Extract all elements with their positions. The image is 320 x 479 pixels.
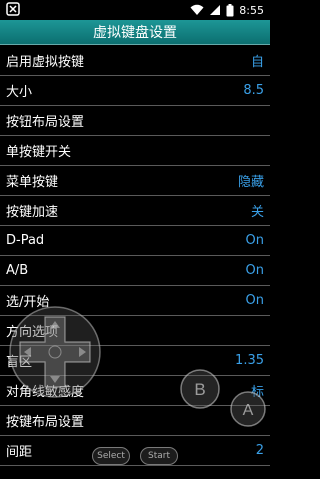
notification-icon [6,2,20,16]
setting-label: 启用虚拟按键 [6,54,85,70]
setting-value: 关 [250,205,264,220]
setting-key-acceleration[interactable]: 按键加速 关 [0,196,270,226]
setting-label: 按键布局设置 [6,415,85,430]
setting-label: 按键加速 [6,205,59,220]
setting-label: 盲区 [6,355,33,370]
setting-label: A/B [6,263,29,278]
setting-enable-virtual-keys[interactable]: 启用虚拟按键 自 [0,45,270,76]
setting-value: 1.35 [235,353,264,368]
page-title: 虚拟键盘设置 [93,25,177,41]
setting-label: 菜单按键 [6,175,59,190]
setting-label: 选/开始 [6,295,50,310]
setting-ab[interactable]: A/B On [0,256,270,286]
setting-spacing[interactable]: 间距 2 [0,436,270,466]
setting-dead-zone[interactable]: 盲区 1.35 [0,346,270,376]
setting-label: D-Pad [6,233,45,248]
battery-icon [226,3,234,16]
setting-value: 自 [250,54,264,70]
setting-single-key-toggle[interactable]: 单按键开关 [0,136,270,166]
setting-label: 按钮布局设置 [6,115,85,130]
setting-direction-options[interactable]: 方向选项 [0,316,270,346]
setting-size[interactable]: 大小 8.5 [0,76,270,106]
signal-icon [210,5,221,15]
setting-select-start[interactable]: 选/开始 On [0,286,270,316]
status-bar: 8:55 [0,0,270,20]
setting-dpad[interactable]: D-Pad On [0,226,270,256]
setting-value: 2 [255,443,264,458]
setting-diagonal-sensitivity[interactable]: 对角线敏感度 标 [0,376,270,406]
setting-menu-key[interactable]: 菜单按键 隐藏 [0,166,270,196]
setting-value: On [245,233,264,248]
setting-value: 隐藏 [237,175,264,190]
setting-label: 单按键开关 [6,145,72,160]
setting-label: 间距 [6,445,33,460]
setting-label: 对角线敏感度 [6,385,85,400]
setting-value: 8.5 [243,83,264,98]
setting-label: 方向选项 [6,325,59,340]
setting-key-layout[interactable]: 按键布局设置 [0,406,270,436]
status-time: 8:55 [239,3,264,17]
setting-label: 大小 [6,85,33,100]
setting-value: On [245,293,264,308]
setting-value: 标 [250,385,264,400]
setting-button-layout[interactable]: 按钮布局设置 [0,106,270,136]
wifi-icon [190,4,204,15]
setting-value: On [245,263,264,278]
title-bar: 虚拟键盘设置 [0,20,270,45]
settings-list: 启用虚拟按键 自 大小 8.5 按钮布局设置 单按键开关 菜单按键 隐藏 按键加… [0,45,270,466]
